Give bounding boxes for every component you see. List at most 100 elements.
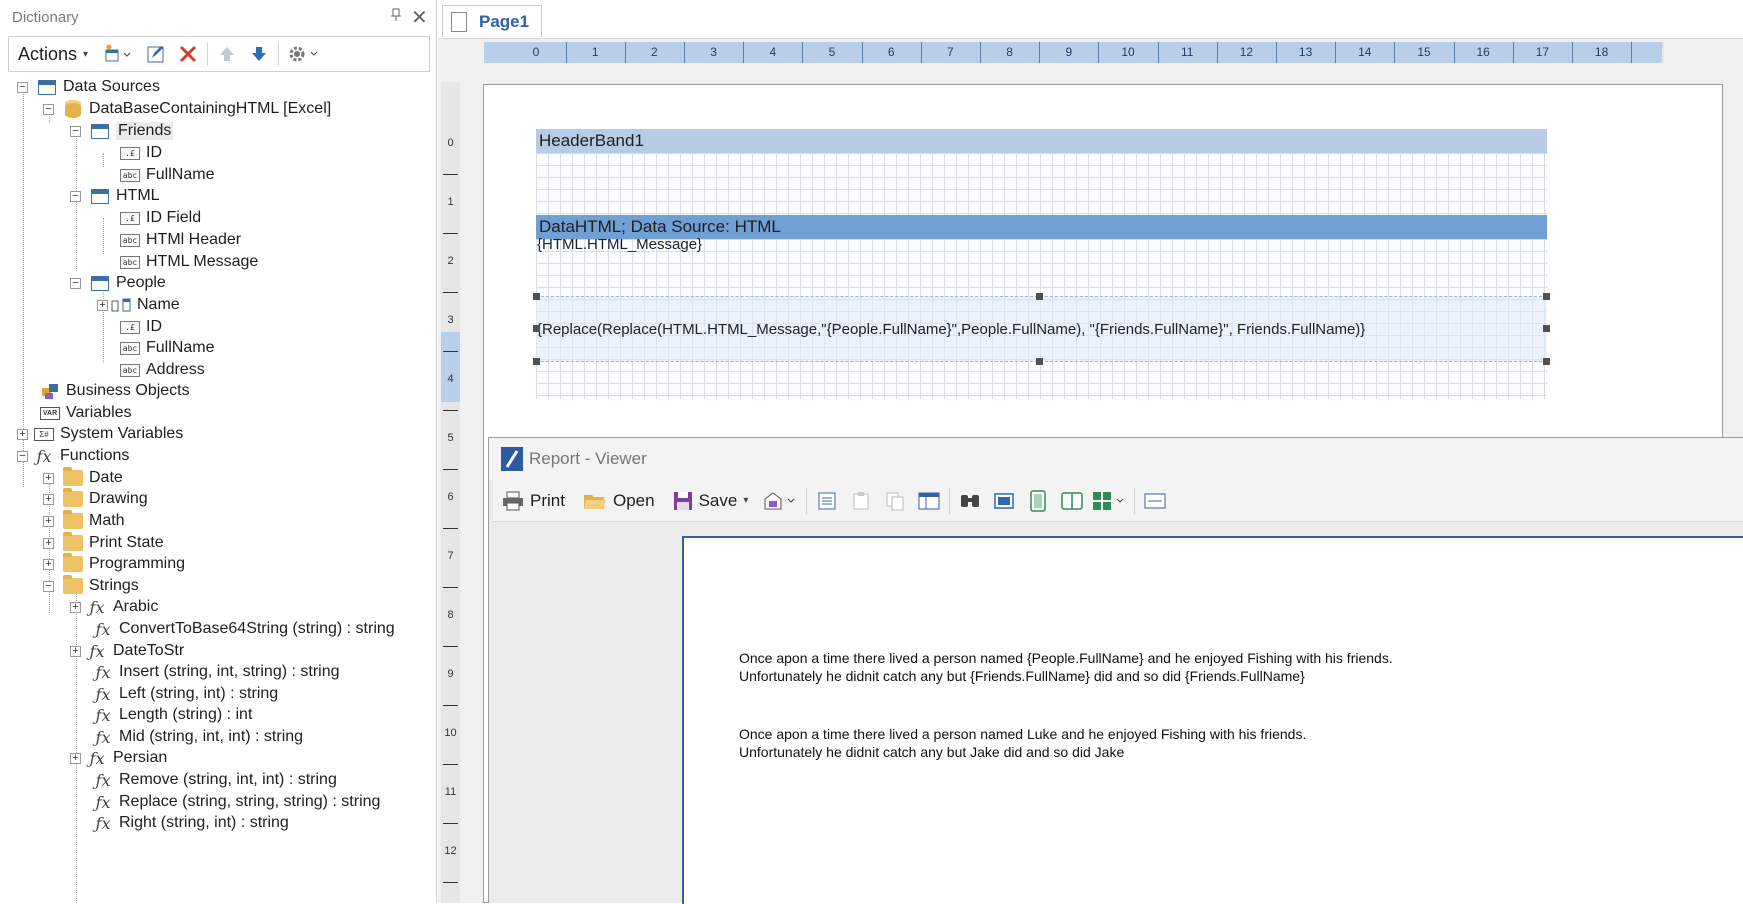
tree-node-left[interactable]: ƒx Left (string, int) : string [93, 683, 279, 705]
tree-node-datetostr[interactable]: + ƒx DateToStr [70, 640, 184, 662]
expand-icon[interactable]: + [43, 515, 54, 527]
move-up-icon[interactable] [211, 40, 243, 68]
collapse-icon[interactable]: − [43, 580, 54, 592]
find-icon[interactable] [953, 484, 987, 518]
multiple-pages-icon[interactable] [1089, 484, 1131, 518]
tree-node-mid[interactable]: ƒx Mid (string, int, int) : string [93, 726, 304, 748]
html-message-textbox[interactable]: {HTML.HTML_Message} [537, 236, 702, 253]
settings-gear-icon[interactable] [282, 40, 326, 68]
expand-icon[interactable]: + [70, 601, 81, 613]
tree-node-business-objects[interactable]: Business Objects [40, 380, 190, 402]
tree-node-people-fullname[interactable]: abc FullName [120, 337, 214, 359]
actions-dropdown[interactable]: Actions ▾ [9, 44, 96, 65]
folder-icon [63, 488, 83, 507]
tree-node-id-field[interactable]: .£ ID Field [120, 207, 201, 229]
expand-icon[interactable]: + [17, 428, 28, 440]
tree-node-data-sources[interactable]: − Data Sources [17, 76, 160, 98]
tree-node-convert-b64[interactable]: ƒx ConvertToBase64String (string) : stri… [93, 618, 395, 640]
ruler-number: 3 [447, 314, 454, 326]
editor-icon[interactable] [912, 484, 946, 518]
thumbnails-icon[interactable] [878, 484, 912, 518]
tree-node-people[interactable]: − People [70, 272, 166, 294]
tree-node-math[interactable]: + Math [43, 510, 125, 532]
full-screen-icon[interactable] [1138, 484, 1172, 518]
tree-node-people-address[interactable]: abc Address [120, 359, 205, 381]
expand-icon[interactable]: + [97, 299, 108, 311]
tree-node-people-name[interactable]: + Name [97, 294, 180, 316]
tree-label: ID Field [146, 209, 202, 226]
tree-node-friends-fullname[interactable]: abc FullName [120, 164, 214, 186]
tree-label: Print State [89, 534, 164, 551]
function-icon: ƒx [95, 727, 111, 747]
resize-handle[interactable] [533, 293, 540, 300]
tree-label: Arabic [113, 598, 159, 615]
tree-node-database[interactable]: − DataBaseContainingHTML [Excel] [43, 98, 331, 120]
string-column-icon: abc [120, 232, 140, 248]
resize-handle[interactable] [533, 358, 540, 365]
collapse-icon[interactable]: − [17, 450, 28, 462]
pin-icon[interactable] [390, 8, 402, 25]
expand-icon[interactable]: + [43, 493, 54, 505]
tree-node-right[interactable]: ƒx Right (string, int) : string [93, 812, 289, 834]
tree-node-remove[interactable]: ƒx Remove (string, int, int) : string [93, 769, 337, 791]
replace-expression-textbox[interactable]: {Replace(Replace(HTML.HTML_Message,"{Peo… [537, 321, 1365, 338]
tree-node-functions[interactable]: − ƒx Functions [17, 445, 129, 467]
tree-node-people-id[interactable]: .£ ID [120, 316, 162, 338]
tree-node-print-state[interactable]: + Print State [43, 532, 164, 554]
tree-node-drawing[interactable]: + Drawing [43, 488, 148, 510]
resize-handle[interactable] [1543, 293, 1550, 300]
tab-label: Page1 [479, 11, 530, 31]
function-icon: ƒx [95, 684, 111, 704]
resize-handle[interactable] [533, 325, 540, 332]
resize-handle[interactable] [1036, 293, 1043, 300]
two-pages-icon[interactable] [1055, 484, 1089, 518]
header-band[interactable]: HeaderBand1 [536, 129, 1547, 153]
move-down-icon[interactable] [243, 40, 275, 68]
resize-handle[interactable] [1036, 358, 1043, 365]
expand-icon[interactable]: + [43, 537, 54, 549]
expand-icon[interactable]: + [43, 558, 54, 570]
open-button[interactable]: Open [574, 484, 664, 518]
resize-handle[interactable] [1543, 358, 1550, 365]
single-page-icon[interactable] [987, 484, 1021, 518]
new-item-icon[interactable] [96, 40, 140, 68]
tree-label: HTML Message [146, 253, 259, 270]
tree-node-system-variables[interactable]: + Σ# System Variables [17, 423, 183, 445]
tree-node-friends[interactable]: − Friends [70, 120, 174, 142]
tree-node-length[interactable]: ƒx Length (string) : int [93, 704, 253, 726]
edit-icon[interactable] [140, 40, 172, 68]
page-width-icon[interactable] [1021, 484, 1055, 518]
tree-node-insert[interactable]: ƒx Insert (string, int, string) : string [93, 661, 340, 683]
tree-node-friends-id[interactable]: .£ ID [120, 142, 162, 164]
collapse-icon[interactable]: − [17, 81, 28, 93]
tree-node-html[interactable]: − HTML [70, 185, 160, 207]
tab-page1[interactable]: Page1 [442, 5, 542, 37]
send-email-icon[interactable] [757, 484, 803, 518]
tree-node-date[interactable]: + Date [43, 467, 123, 489]
header-band-area[interactable] [536, 153, 1547, 215]
print-button[interactable]: Print [493, 484, 574, 518]
tree-node-arabic[interactable]: + ƒx Arabic [70, 596, 158, 618]
tree-node-strings[interactable]: − Strings [43, 575, 139, 597]
tree-node-persian[interactable]: + ƒx Persian [70, 747, 167, 769]
viewer-titlebar[interactable]: Report - Viewer [489, 438, 1743, 480]
tree-node-programming[interactable]: + Programming [43, 553, 185, 575]
tree-node-variables[interactable]: VAR Variables [40, 402, 132, 424]
tree-node-html-message[interactable]: abc HTML Message [120, 251, 258, 273]
collapse-icon[interactable]: − [70, 190, 81, 202]
number-column-icon: .£ [120, 145, 140, 161]
close-icon[interactable]: ✕ [411, 5, 428, 30]
collapse-icon[interactable]: − [70, 277, 81, 289]
tree-node-html-header[interactable]: abc HTMl Header [120, 229, 241, 251]
collapse-icon[interactable]: − [43, 103, 54, 115]
delete-icon[interactable] [172, 40, 204, 68]
tree-node-replace[interactable]: ƒx Replace (string, string, string) : st… [93, 791, 381, 813]
bookmarks-icon[interactable] [810, 484, 844, 518]
expand-icon[interactable]: + [70, 645, 81, 657]
expand-icon[interactable]: + [43, 472, 54, 484]
collapse-icon[interactable]: − [70, 125, 81, 137]
expand-icon[interactable]: + [70, 752, 81, 764]
resize-handle[interactable] [1543, 325, 1550, 332]
parameters-icon[interactable] [844, 484, 878, 518]
save-button[interactable]: Save ▾ [664, 484, 758, 518]
